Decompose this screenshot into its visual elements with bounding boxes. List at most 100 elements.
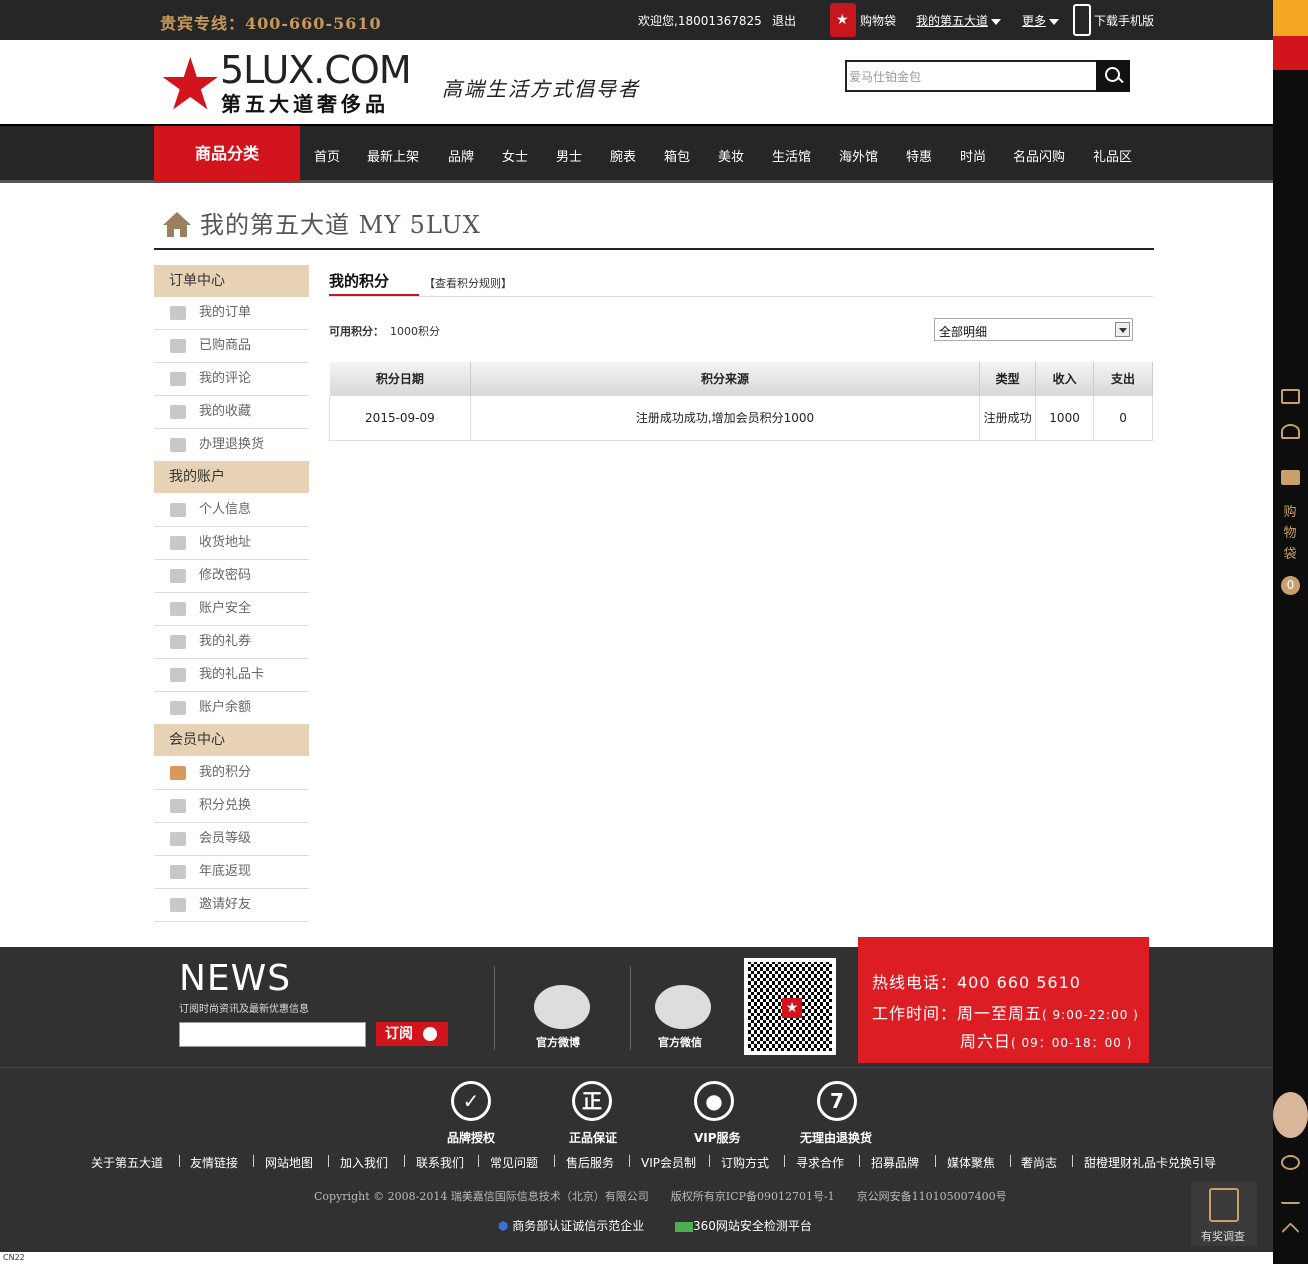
nav-item-bags[interactable]: 箱包 — [664, 146, 690, 165]
footer-link-magazine[interactable]: 奢尚志 — [1021, 1154, 1057, 1171]
tab-my-points[interactable]: 我的积分 — [329, 270, 389, 291]
nav-item-overseas[interactable]: 海外馆 — [839, 146, 878, 165]
chevron-down-icon[interactable] — [1115, 322, 1130, 337]
copyright-text: Copyright © 2008-2014 瑞美嘉信国际信息技术（北京）有限公司… — [314, 1190, 1007, 1203]
footer-link-join[interactable]: 加入我们 — [340, 1154, 388, 1171]
footer-link-cooperate[interactable]: 寻求合作 — [796, 1154, 844, 1171]
slogan: 高端生活方式倡导者 — [442, 77, 640, 101]
mobile-phone-icon[interactable] — [1073, 4, 1091, 36]
logout-link[interactable]: 退出 — [772, 12, 796, 29]
cert-360[interactable]: 360网站安全检测平台 — [675, 1217, 812, 1234]
footer-link-faq[interactable]: 常见问题 — [490, 1154, 538, 1171]
gear-icon — [170, 503, 186, 517]
wechat-icon[interactable] — [655, 985, 711, 1029]
sidebar-item-coupons[interactable]: 我的礼券 — [154, 626, 309, 659]
points-rules-link[interactable]: 【查看积分规则】 — [424, 275, 512, 291]
table-header-row: 积分日期 积分来源 类型 收入 支出 — [329, 362, 1153, 395]
chat-icon[interactable] — [1281, 1155, 1300, 1170]
footer-link-aftersales[interactable]: 售后服务 — [566, 1154, 614, 1171]
category-menu-button[interactable]: 商品分类 — [154, 126, 300, 182]
footer-link-giftcard[interactable]: 甜橙理财礼品卡兑换引导 — [1084, 1154, 1216, 1171]
link-separator — [478, 1155, 479, 1167]
nav-item-sale[interactable]: 特惠 — [906, 146, 932, 165]
nav-item-men[interactable]: 男士 — [556, 146, 582, 165]
bag-icon[interactable] — [1281, 470, 1300, 485]
download-app-link[interactable]: 下载手机版 — [1094, 12, 1154, 29]
sidebar-item-favorites[interactable]: 我的收藏 — [154, 396, 309, 429]
points-filter-select[interactable]: 全部明细 — [934, 318, 1133, 341]
history-icon[interactable] — [1273, 36, 1308, 70]
rail-cart-label[interactable]: 购物袋 — [1283, 502, 1297, 565]
sidebar-item-address[interactable]: 收货地址 — [154, 527, 309, 560]
survey-button[interactable]: 有奖调查 — [1191, 1182, 1257, 1246]
badge-returns: 无理由退换货 — [800, 1131, 873, 1145]
pen-icon[interactable] — [1281, 1189, 1300, 1204]
logo-text-en[interactable]: 5LUX.COM — [220, 50, 412, 90]
nav-item-home[interactable]: 首页 — [314, 146, 340, 165]
sidebar-item-points[interactable]: 我的积分 — [154, 757, 309, 790]
link-separator — [404, 1155, 405, 1167]
chat-bubble-icon — [170, 898, 186, 912]
cert-mofcom[interactable]: ⬢ 商务部认证诚信示范企业 — [498, 1217, 644, 1234]
cert-mofcom-label: 商务部认证诚信示范企业 — [512, 1219, 645, 1233]
sidebar-item-gift-card[interactable]: 我的礼品卡 — [154, 659, 309, 692]
welcome-text: 欢迎您,18001367825 — [638, 14, 762, 28]
nav-item-fashion[interactable]: 时尚 — [960, 146, 986, 165]
nav-item-women[interactable]: 女士 — [502, 146, 528, 165]
sidebar-item-reviews[interactable]: 我的评论 — [154, 363, 309, 396]
sidebar-item-purchased[interactable]: 已购商品 — [154, 330, 309, 363]
sidebar-item-my-orders[interactable]: 我的订单 — [154, 297, 309, 330]
page-title: 我的第五大道 MY 5LUX — [200, 211, 481, 239]
weibo-label[interactable]: 官方微博 — [536, 1034, 580, 1050]
cart-link[interactable]: 购物袋 — [860, 12, 896, 29]
nav-item-beauty[interactable]: 美妆 — [718, 146, 744, 165]
shield-icon: 正 — [572, 1081, 612, 1121]
sidebar-item-returns[interactable]: 办理退换货 — [154, 429, 309, 462]
logo-star-icon[interactable]: ★ — [158, 48, 223, 120]
footer-link-about[interactable]: 关于第五大道 — [91, 1154, 163, 1171]
weekend-label: 周六日 — [960, 1032, 1012, 1051]
search-input[interactable]: 爱马仕铂金包 — [845, 60, 1096, 92]
weibo-icon[interactable] — [534, 985, 590, 1029]
footer-link-ordering[interactable]: 订购方式 — [721, 1154, 769, 1171]
nav-item-life[interactable]: 生活馆 — [772, 146, 811, 165]
sidebar-item-password[interactable]: 修改密码 — [154, 560, 309, 593]
sidebar-item-redeem[interactable]: 积分兑换 — [154, 790, 309, 823]
sidebar-item-invite[interactable]: 邀请好友 — [154, 889, 309, 922]
my-5lux-menu[interactable]: 我的第五大道 — [916, 12, 1002, 29]
wechat-label[interactable]: 官方微信 — [658, 1034, 702, 1050]
sidebar-item-cashback[interactable]: 年底返现 — [154, 856, 309, 889]
nav-item-brand[interactable]: 品牌 — [448, 146, 474, 165]
card-icon[interactable] — [1281, 389, 1300, 404]
more-menu[interactable]: 更多 — [1022, 12, 1060, 29]
nav-item-watches[interactable]: 腕表 — [610, 146, 636, 165]
footer-link-sitemap[interactable]: 网站地图 — [265, 1154, 313, 1171]
sidebar-item-balance[interactable]: 账户余额 — [154, 692, 309, 725]
key-icon — [170, 569, 186, 583]
mail-icon[interactable] — [1273, 0, 1308, 36]
logo-text-cn[interactable]: 第五大道奢侈品 — [221, 88, 389, 117]
chart-icon — [170, 766, 186, 780]
lock-icon — [170, 339, 186, 353]
sidebar-item-security[interactable]: 账户安全 — [154, 593, 309, 626]
sidebar-item-profile[interactable]: 个人信息 — [154, 494, 309, 527]
filter-selected-value: 全部明细 — [939, 325, 988, 339]
subscribe-button[interactable]: 订阅 — [376, 1022, 448, 1046]
footer-link-contact[interactable]: 联系我们 — [416, 1154, 464, 1171]
search-button[interactable] — [1096, 60, 1130, 92]
footer-link-recruit[interactable]: 招募品牌 — [871, 1154, 919, 1171]
nav-item-flash[interactable]: 名品闪购 — [1013, 146, 1065, 165]
footer-link-media[interactable]: 媒体聚焦 — [947, 1154, 995, 1171]
footer-link-vip[interactable]: VIP会员制 — [641, 1154, 696, 1171]
shopping-bag-icon[interactable] — [830, 3, 856, 37]
service-avatar[interactable] — [1273, 1092, 1308, 1138]
footer-link-friends[interactable]: 友情链接 — [190, 1154, 238, 1171]
nav-item-gifts[interactable]: 礼品区 — [1093, 146, 1132, 165]
nav-item-new[interactable]: 最新上架 — [367, 146, 419, 165]
refresh-icon — [170, 438, 186, 452]
heart-icon[interactable] — [1281, 424, 1300, 439]
sidebar-item-level[interactable]: 会员等级 — [154, 823, 309, 856]
survey-label: 有奖调查 — [1201, 1230, 1245, 1243]
newsletter-email-input[interactable] — [179, 1022, 366, 1047]
sidebar-item-label: 邀请好友 — [199, 897, 252, 912]
